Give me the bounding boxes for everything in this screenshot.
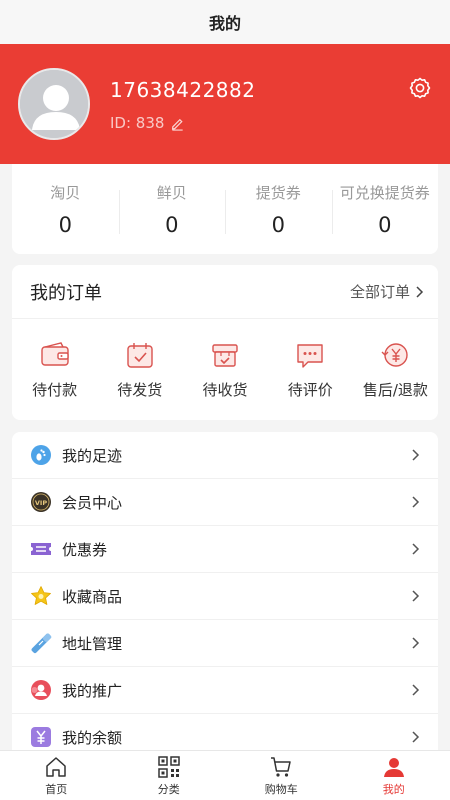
edit-icon[interactable] xyxy=(170,116,185,131)
menu-item-promotion[interactable]: 我的推广 xyxy=(12,667,438,714)
coupon-icon xyxy=(30,538,52,560)
chat-bubble-icon xyxy=(297,344,323,368)
chevron-right-icon xyxy=(412,731,420,743)
profile-header: 17638422882 ID: 838 xyxy=(0,44,450,164)
menu-label: 我的余额 xyxy=(62,728,123,747)
calendar-check-icon xyxy=(127,343,153,368)
page-title: 我的 xyxy=(208,14,241,33)
asset-label: 淘贝 xyxy=(50,183,81,202)
user-icon xyxy=(383,757,404,777)
asset-pickup-voucher[interactable]: 提货券 0 xyxy=(225,182,332,237)
asset-redeemable-voucher[interactable]: 可兑换提货券 0 xyxy=(331,182,439,237)
order-pending-payment[interactable]: 待付款 xyxy=(12,339,97,400)
menu-label: 优惠券 xyxy=(62,540,108,559)
chevron-right-icon xyxy=(416,285,424,298)
order-pending-receipt[interactable]: 待收货 xyxy=(182,339,267,400)
asset-label: 可兑换提货券 xyxy=(339,183,430,202)
order-label: 待发货 xyxy=(117,381,163,399)
settings-gear-icon[interactable] xyxy=(408,76,432,100)
asset-label: 提货券 xyxy=(255,183,301,202)
footprint-icon xyxy=(30,444,52,466)
assets-card: 淘贝 0 鲜贝 0 提货券 0 可兑换提货券 0 xyxy=(12,164,438,254)
avatar[interactable] xyxy=(18,68,90,140)
menu-label: 地址管理 xyxy=(62,634,123,653)
order-label: 待收货 xyxy=(202,381,248,399)
chevron-right-icon xyxy=(412,637,420,649)
address-icon xyxy=(30,632,52,654)
asset-value: 0 xyxy=(378,212,392,237)
menu-item-footprints[interactable]: 我的足迹 xyxy=(12,432,438,479)
tab-cart[interactable]: 购物车 xyxy=(225,751,338,800)
order-after-sales[interactable]: 售后/退款 xyxy=(353,339,438,400)
asset-xianbei[interactable]: 鲜贝 0 xyxy=(118,182,226,237)
user-phone: 17638422882 xyxy=(110,78,256,102)
menu-label: 收藏商品 xyxy=(62,587,123,606)
orders-card: 我的订单 全部订单 待付款 待发货 待收货 待评价 售后/退款 xyxy=(12,265,438,420)
tab-label: 我的 xyxy=(382,782,405,796)
home-icon xyxy=(46,756,66,777)
menu-item-member-center[interactable]: VIP 会员中心 xyxy=(12,479,438,526)
user-id: ID: 838 xyxy=(110,114,165,132)
qr-grid-icon xyxy=(158,755,180,778)
menu-label: 会员中心 xyxy=(62,493,123,512)
star-icon xyxy=(30,585,52,607)
tab-label: 分类 xyxy=(157,782,180,796)
menu-label: 我的推广 xyxy=(62,681,123,700)
tab-category[interactable]: 分类 xyxy=(113,751,226,800)
wallet-icon xyxy=(40,342,69,366)
order-status-list: 待付款 待发货 待收货 待评价 售后/退款 xyxy=(12,319,438,400)
order-pending-review[interactable]: 待评价 xyxy=(268,339,353,400)
chevron-right-icon xyxy=(412,543,420,555)
menu-item-coupons[interactable]: 优惠券 xyxy=(12,526,438,573)
order-label: 待评价 xyxy=(287,381,333,399)
refund-yen-icon xyxy=(381,343,409,367)
promotion-icon xyxy=(30,679,52,701)
avatar-placeholder-icon xyxy=(20,70,88,138)
asset-value: 0 xyxy=(58,212,72,237)
menu-item-address[interactable]: 地址管理 xyxy=(12,620,438,667)
menu-item-favorites[interactable]: 收藏商品 xyxy=(12,573,438,620)
chevron-right-icon xyxy=(412,684,420,696)
balance-yen-icon xyxy=(30,726,52,748)
menu-label: 我的足迹 xyxy=(62,446,123,465)
box-check-icon xyxy=(212,344,238,367)
all-orders-link[interactable]: 全部订单 xyxy=(350,281,424,302)
vip-badge-icon: VIP xyxy=(30,491,52,513)
chevron-right-icon xyxy=(412,590,420,602)
cart-icon xyxy=(271,756,291,777)
nav-bar: 我的 xyxy=(0,0,450,44)
services-menu: 我的足迹 VIP 会员中心 优惠券 收藏商品 地址管理 我的推广 我的余额 xyxy=(12,432,438,762)
orders-title: 我的订单 xyxy=(30,282,102,304)
svg-text:VIP: VIP xyxy=(35,499,47,507)
tab-label: 首页 xyxy=(45,782,68,796)
bottom-tab-bar: 首页 分类 购物车 我的 xyxy=(0,750,450,800)
tab-label: 购物车 xyxy=(264,782,298,796)
asset-value: 0 xyxy=(165,212,179,237)
order-label: 待付款 xyxy=(32,381,78,399)
order-pending-shipment[interactable]: 待发货 xyxy=(97,339,182,400)
tab-mine[interactable]: 我的 xyxy=(338,751,450,800)
asset-taobei[interactable]: 淘贝 0 xyxy=(12,182,119,237)
orders-header: 我的订单 全部订单 xyxy=(12,265,438,319)
user-id-row: ID: 838 xyxy=(110,114,185,132)
all-orders-label: 全部订单 xyxy=(349,283,410,301)
chevron-right-icon xyxy=(412,496,420,508)
tab-home[interactable]: 首页 xyxy=(0,751,113,800)
order-label: 售后/退款 xyxy=(362,381,428,399)
chevron-right-icon xyxy=(412,449,420,461)
asset-value: 0 xyxy=(271,212,285,237)
asset-label: 鲜贝 xyxy=(156,183,187,202)
